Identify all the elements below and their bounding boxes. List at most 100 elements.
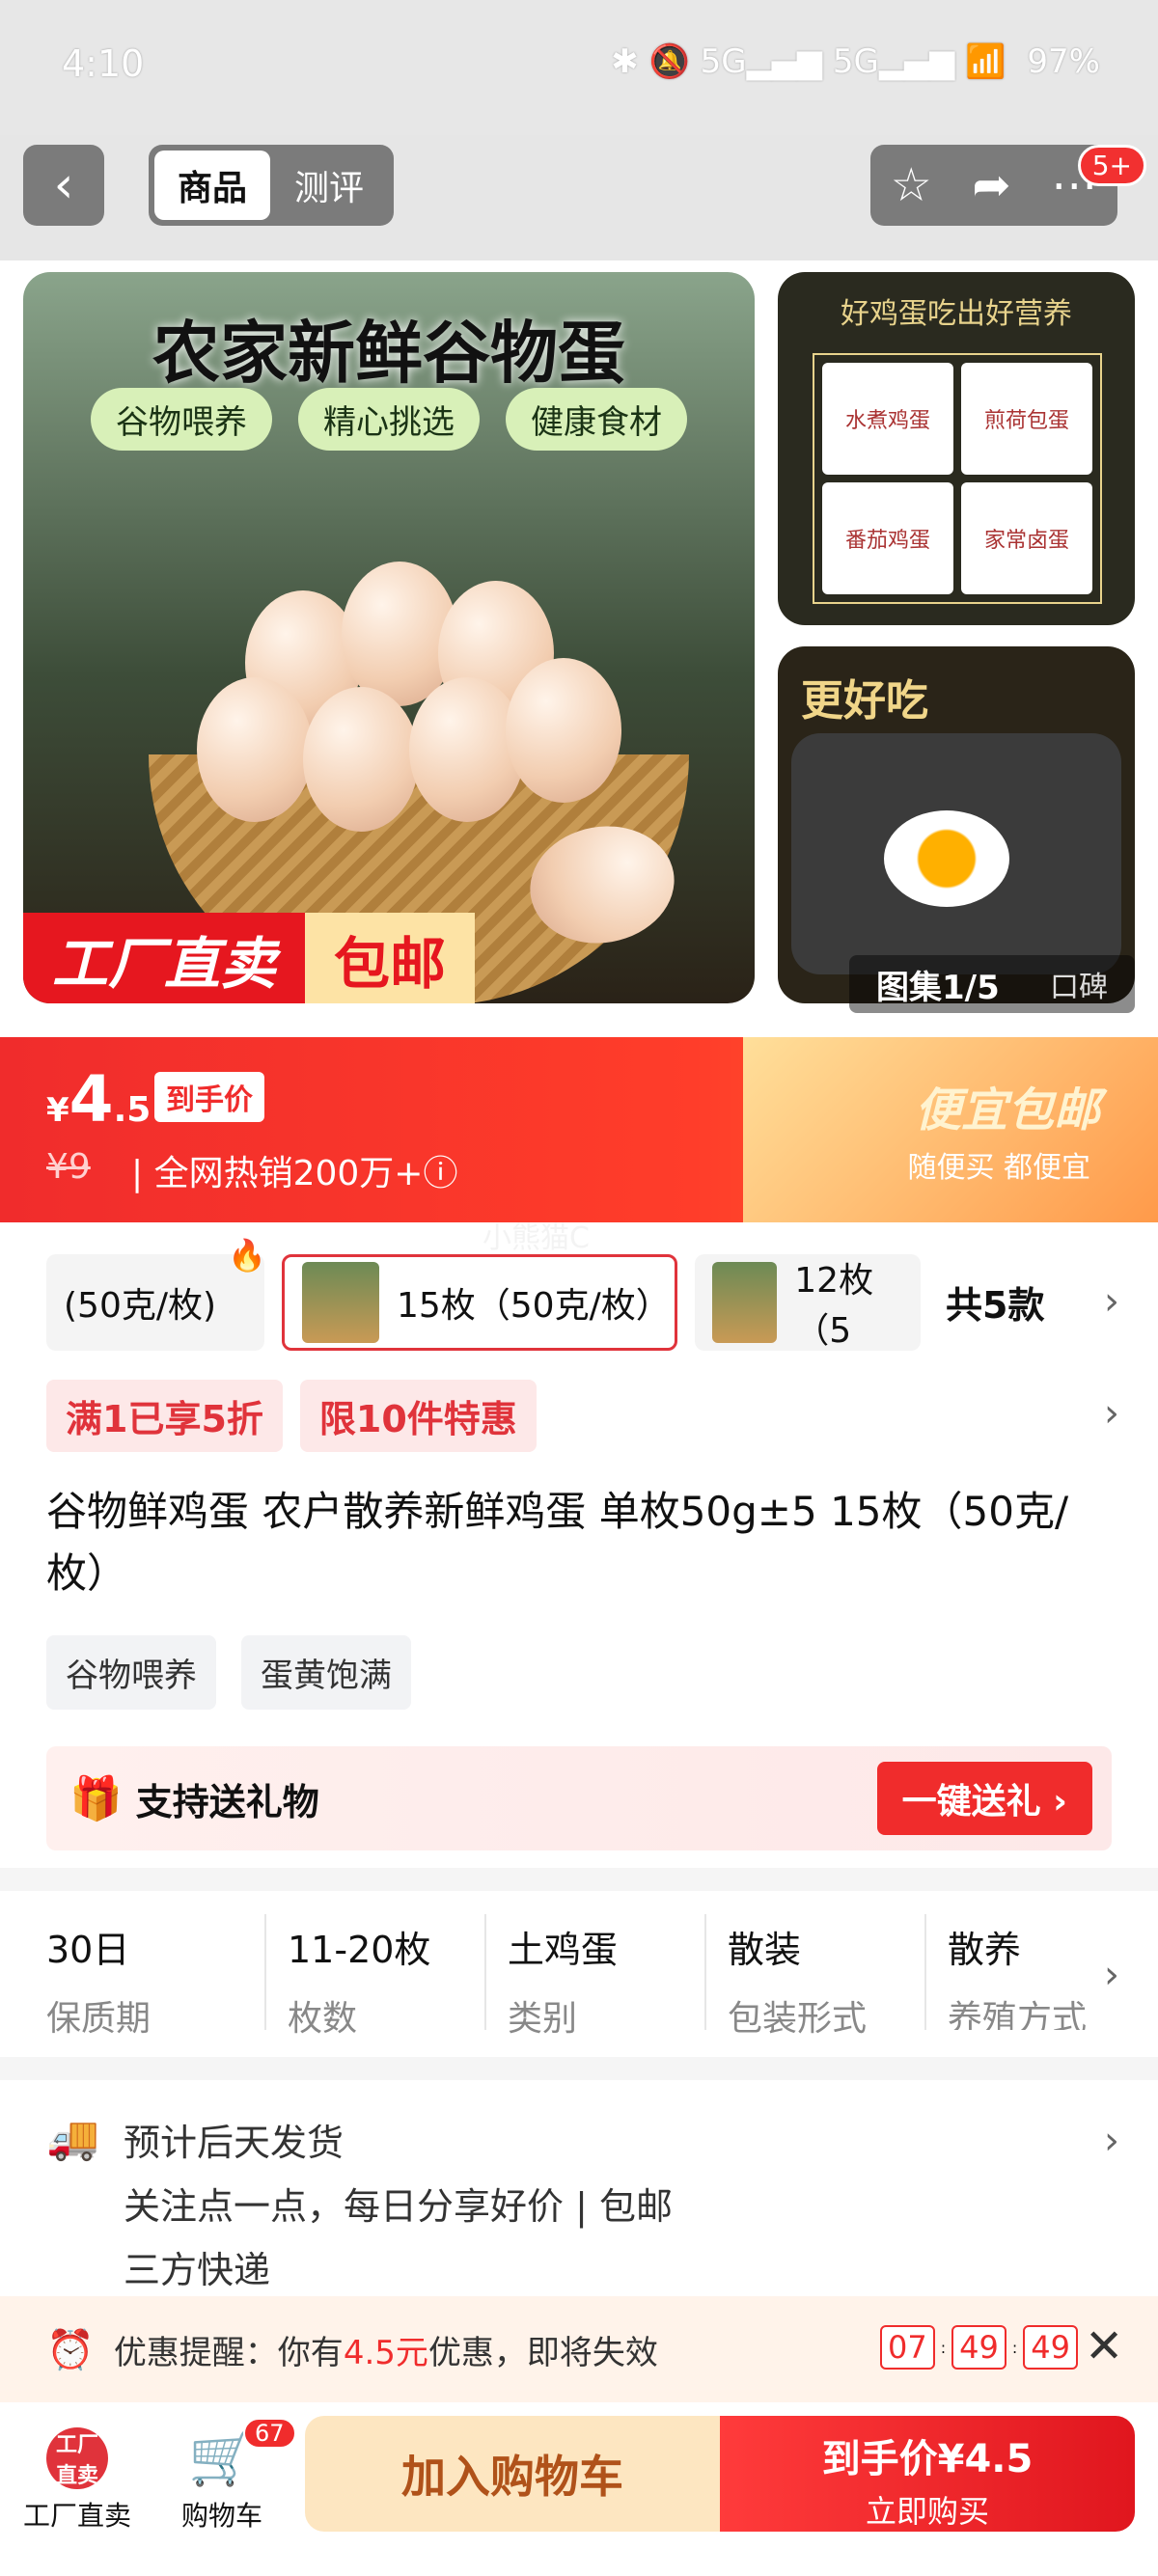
timer-seconds: 49 — [1023, 2325, 1078, 2370]
divider — [0, 1868, 1158, 1891]
promo-tag[interactable]: 限10件特惠 — [299, 1380, 537, 1452]
thumb-cell: 水煮鸡蛋 — [822, 363, 953, 475]
timer-minutes: 49 — [951, 2325, 1006, 2370]
back-button[interactable]: ‹ — [23, 145, 104, 226]
watermark: 小熊猫C — [482, 1221, 590, 1255]
timer-hours: 07 — [880, 2325, 935, 2370]
price-banner: ¥4.5 到手价 ¥9 | 全网热销200万+ⓘ 便宜包邮 随便买 都便宜 — [0, 1037, 1158, 1222]
cart-badge: 67 — [243, 2418, 296, 2449]
factory-icon: 工厂直卖 — [46, 2427, 108, 2489]
spec-key: 养殖方式 — [948, 1999, 1088, 2030]
spec-item: 11-20枚 枚数 — [266, 1914, 486, 2039]
reminder-text: 优惠提醒：你有4.5元优惠，即将失效 — [114, 2326, 658, 2373]
main-product-image[interactable]: 农家新鲜谷物蛋 谷物喂养 精心挑选 健康食材 工厂直卖 包邮 — [23, 272, 755, 1003]
send-gift-button[interactable]: 一键送礼 › — [876, 1762, 1092, 1835]
attribute-tag: 蛋黄饱满 — [241, 1635, 411, 1710]
currency-symbol: ¥ — [46, 1091, 69, 1130]
sku-option-selected[interactable]: 15枚（50克/枚） — [282, 1254, 677, 1351]
final-price: ¥4.5 — [46, 1062, 151, 1137]
price-decimal: .5 — [113, 1090, 152, 1130]
spec-item: 散养 养殖方式 — [926, 1914, 1110, 2030]
final-price-tag: 到手价 — [154, 1072, 264, 1122]
close-icon[interactable]: ✕ — [1085, 2319, 1123, 2373]
battery-level: 97% — [1027, 42, 1100, 81]
clock-icon: ⏰ — [46, 2327, 95, 2372]
promo-tag[interactable]: 满1已享5折 — [46, 1380, 283, 1452]
thumb-title: 好鸡蛋吃出好营养 — [841, 297, 1072, 331]
price-integer: 4 — [69, 1062, 114, 1137]
egg-illustration — [303, 687, 419, 832]
product-page: { "status_bar": {"time": "4:10", "icons"… — [0, 0, 1158, 2576]
reputation-link[interactable]: 口碑 — [1050, 963, 1108, 1005]
spec-row[interactable]: 30日 保质期 11-20枚 枚数 土鸡蛋 类别 散装 包装形式 散养 养殖方式 — [0, 1891, 1158, 2053]
star-icon[interactable]: ☆ — [891, 158, 932, 212]
gallery-index: 图集1/5 — [876, 968, 1000, 1007]
reminder-prefix: 优惠提醒：你有 — [113, 2333, 344, 2372]
factory-direct-text: 工厂直卖 — [23, 913, 306, 1003]
ship-eta: 预计后天发货 — [124, 2122, 345, 2164]
status-icons: ✱ 🔕 5G▂▄▆ 5G▂▄▆ 📶 97% — [611, 42, 1100, 81]
sku-label: (50克/枚) — [64, 1286, 217, 1326]
hot-icon: 🔥 — [228, 1237, 266, 1274]
buy-now-button[interactable]: 到手价¥4.5 立即购买 — [720, 2416, 1135, 2532]
attribute-tag: 谷物喂养 — [46, 1635, 216, 1710]
original-price: ¥9 — [46, 1147, 91, 1187]
chevron-left-icon: ‹ — [53, 156, 74, 214]
spec-value: 30日 — [46, 1929, 130, 1971]
tab-product[interactable]: 商品 — [154, 151, 270, 220]
countdown-timer: 07: 49: 49 — [880, 2325, 1078, 2370]
image-chip: 精心挑选 — [298, 388, 480, 451]
signal-icons: ✱ 🔕 5G▂▄▆ 5G▂▄▆ 📶 — [611, 42, 1006, 81]
product-title: 谷物鲜鸡蛋 农户散养新鲜鸡蛋 单枚50g±5 15枚（50克/枚） — [46, 1488, 1069, 1597]
fried-egg-illustration — [884, 810, 1009, 907]
add-to-cart-button[interactable]: 加入购物车 — [305, 2416, 720, 2532]
reminder-amount: 4.5元 — [343, 2333, 428, 2372]
factory-label: 工厂直卖 — [22, 2500, 131, 2532]
egg-illustration — [197, 677, 313, 822]
thumb-cell: 煎荷包蛋 — [961, 363, 1092, 475]
truck-icon: 🚚 — [46, 2114, 99, 2163]
thumb-grid: 水煮鸡蛋 煎荷包蛋 番茄鸡蛋 家常卤蛋 — [813, 353, 1102, 604]
sku-thumb — [712, 1262, 778, 1343]
image-chip: 谷物喂养 — [91, 388, 272, 451]
gallery-thumb-nutrition[interactable]: 好鸡蛋吃出好营养 水煮鸡蛋 煎荷包蛋 番茄鸡蛋 家常卤蛋 — [778, 272, 1135, 625]
chevron-right-icon[interactable]: › — [1104, 1279, 1119, 1324]
tab-review[interactable]: 测评 — [270, 160, 388, 210]
chevron-right-icon[interactable]: › — [1104, 1953, 1119, 1997]
image-chip: 健康食材 — [506, 388, 687, 451]
chevron-right-icon[interactable]: › — [1104, 1391, 1119, 1436]
gallery-thumb-tasty[interactable]: 更好吃 — [778, 646, 1135, 1003]
spec-key: 枚数 — [288, 1999, 358, 2039]
sku-total[interactable]: 共5款 — [946, 1275, 1044, 1329]
spec-key: 保质期 — [46, 1999, 152, 2039]
share-icon[interactable]: ➦ — [972, 158, 1010, 212]
sku-label: 15枚（50克/枚） — [396, 1286, 671, 1326]
attribute-tags: 谷物喂养 蛋黄饱满 — [46, 1635, 411, 1710]
thumb-title: 更好吃 — [801, 676, 928, 726]
spec-item: 30日保质期 — [46, 1914, 266, 2039]
gift-text: 支持送礼物 — [135, 1780, 319, 1823]
image-title: 农家新鲜谷物蛋 — [152, 314, 625, 393]
gallery-counter[interactable]: 图集1/5 口碑 — [849, 955, 1135, 1013]
factory-banner: 工厂直卖 包邮 — [23, 913, 476, 1003]
spec-item: 土鸡蛋 类别 — [486, 1914, 706, 2039]
promo-subtitle: 随便买 都便宜 — [907, 1151, 1090, 1185]
spec-value: 散养 — [948, 1929, 1022, 1971]
cart-label: 购物车 — [180, 2500, 262, 2532]
sku-option[interactable]: 12枚（5 — [695, 1254, 921, 1351]
sku-selector: (50克/枚) 15枚（50克/枚） 12枚（5 — [46, 1254, 921, 1351]
buy-price: 到手价¥4.5 — [821, 2437, 1034, 2481]
factory-direct-button[interactable]: 工厂直卖 工厂直卖 — [19, 2427, 135, 2534]
reminder-suffix: 优惠，即将失效 — [427, 2333, 658, 2372]
sold-count[interactable]: | 全网热销200万+ⓘ — [131, 1145, 457, 1195]
promo-tags: 满1已享5折 限10件特惠 — [46, 1380, 537, 1452]
image-chips: 谷物喂养 精心挑选 健康食材 — [91, 388, 687, 451]
egg-illustration — [506, 658, 621, 803]
divider — [0, 2057, 1158, 2080]
chevron-right-icon[interactable]: › — [1104, 2119, 1119, 2163]
spec-key: 包装形式 — [728, 1999, 868, 2039]
status-bar: 4:10 ✱ 🔕 5G▂▄▆ 5G▂▄▆ 📶 97% — [0, 0, 1158, 135]
spec-value: 土鸡蛋 — [508, 1929, 619, 1971]
gift-banner: 🎁 支持送礼物 一键送礼 › — [46, 1746, 1112, 1850]
ship-note: 关注点一点，每日分享好价 | 包邮 — [124, 2185, 673, 2228]
